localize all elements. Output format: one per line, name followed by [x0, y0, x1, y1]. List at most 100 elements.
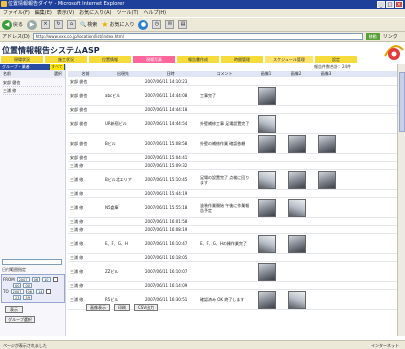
- window-title: 位置情報報告ダイヤ - Microsoft Internet Explorer: [8, 1, 125, 7]
- address-input[interactable]: http://www.xxx.co.jp/location/list/index…: [32, 33, 363, 40]
- site-photo-thumbnail[interactable]: [288, 234, 306, 253]
- menu-help[interactable]: ヘルプ(H): [143, 9, 166, 17]
- table-row[interactable]: 三浦 修 2007/06/11 15:44:19: [68, 190, 405, 198]
- from-year-select[interactable]: 2007: [16, 277, 30, 282]
- search-button[interactable]: 🔍 検索: [80, 21, 97, 29]
- home-icon[interactable]: ⌂: [67, 20, 77, 29]
- site-photo-thumbnail[interactable]: [318, 170, 336, 189]
- cell-report: 足場の設置完了 点検に回ります: [200, 174, 250, 185]
- cell-name: 三浦 修: [70, 254, 84, 260]
- table-row[interactable]: 三浦 修 N5倉庫 2007/06/11 15:55:18 塗装作業開始 午後に作業報…: [68, 198, 405, 218]
- table-row[interactable]: 安部 俊也 Bビル 2007/06/11 15:08:58 外壁の補修作業 確認依頼: [68, 134, 405, 154]
- close-button[interactable]: ×: [395, 1, 403, 8]
- to-year-select[interactable]: 2007: [10, 289, 24, 294]
- tab-report[interactable]: 報告書作成: [177, 56, 219, 63]
- from-time-row: 00 00: [3, 283, 63, 288]
- vertical-scrollbar[interactable]: [397, 64, 405, 336]
- history-icon[interactable]: ◷: [152, 20, 162, 29]
- from-day-select[interactable]: 10: [42, 277, 51, 282]
- date-range-label: 日付範囲指定: [2, 267, 26, 272]
- site-photo-thumbnail[interactable]: [258, 86, 276, 105]
- tab-time[interactable]: 時間管理: [221, 56, 263, 63]
- site-photo-thumbnail[interactable]: [288, 198, 306, 217]
- links-label[interactable]: リンク: [383, 33, 398, 40]
- tab-location[interactable]: 位置情報: [89, 56, 131, 63]
- table-row[interactable]: 安部 俊也 2007/06/11 14:44:18: [68, 106, 405, 114]
- site-photo-thumbnail[interactable]: [288, 170, 306, 189]
- menu-view[interactable]: 表示(V): [57, 9, 74, 17]
- show-button[interactable]: 表示: [5, 306, 23, 313]
- to-month-select[interactable]: 06: [25, 289, 34, 294]
- sidebar-user-item[interactable]: 安部 健也: [3, 79, 62, 87]
- cell-date: 2007/06/11 14:44:08: [145, 93, 188, 98]
- cell-date: 2007/06/11 16:08:19: [145, 227, 188, 232]
- mail-icon[interactable]: ✉: [165, 20, 175, 29]
- table-row[interactable]: 安部 俊也 2007/06/11 15:04:41: [68, 154, 405, 162]
- select-all-button[interactable]: すべて: [50, 64, 64, 70]
- table-row[interactable]: 三浦 修 Bビル北エリア 2007/06/11 15:10:45 足場の設置完了 点検…: [68, 170, 405, 190]
- tab-settings[interactable]: 設定: [315, 56, 357, 63]
- to-day-select[interactable]: 14: [35, 289, 45, 294]
- table-row[interactable]: 安部 俊也 abcビル 2007/06/11 14:44:08 工事完了: [68, 86, 405, 106]
- site-photo-thumbnail[interactable]: [258, 234, 276, 253]
- cell-place: ZZビル: [105, 268, 119, 274]
- from-min-select[interactable]: 00: [23, 283, 32, 288]
- site-photo-thumbnail[interactable]: [258, 262, 276, 281]
- maximize-button[interactable]: □: [386, 1, 394, 8]
- table-row[interactable]: 三浦 修 E、F、G、H 2007/06/11 16:10:47 E、F、G、Hの棟作…: [68, 234, 405, 254]
- menu-edit[interactable]: 編集(E): [35, 9, 52, 17]
- table-row[interactable]: 三浦 修 2007/06/11 16:08:19: [68, 226, 405, 234]
- site-photo-thumbnail[interactable]: [258, 134, 276, 153]
- keyword-input[interactable]: [2, 259, 62, 265]
- sidebar-user-item[interactable]: 三浦 修: [3, 87, 62, 95]
- calendar-icon[interactable]: [52, 277, 58, 282]
- menu-file[interactable]: ファイル(F): [3, 9, 30, 17]
- csv-export-button[interactable]: CSV出力: [134, 304, 159, 311]
- tab-schedule[interactable]: スケジュール管理: [265, 56, 313, 63]
- site-photo-thumbnail[interactable]: [258, 290, 276, 309]
- table-row[interactable]: 三浦 修 2007/06/11 16:01:58: [68, 218, 405, 226]
- stop-icon[interactable]: ×: [41, 20, 51, 29]
- from-hour-select[interactable]: 00: [13, 283, 22, 288]
- to-min-select[interactable]: 59: [23, 295, 32, 300]
- site-photo-thumbnail[interactable]: [258, 114, 276, 133]
- image-view-button[interactable]: 画像表示: [86, 304, 110, 311]
- minimize-button[interactable]: _: [377, 1, 385, 8]
- site-photo-thumbnail[interactable]: [288, 134, 306, 153]
- group-select-button[interactable]: グループ選択: [5, 316, 35, 323]
- favorites-button[interactable]: ★ お気に入り: [101, 20, 134, 30]
- media-icon[interactable]: ●: [138, 19, 149, 30]
- site-photo-thumbnail[interactable]: [258, 198, 276, 217]
- table-row[interactable]: 安部 俊也 UR新宿ビル 2007/06/11 14:44:54 外壁補修工事 足場設…: [68, 114, 405, 134]
- to-hour-select[interactable]: 23: [13, 295, 22, 300]
- menu-tools[interactable]: ツール(T): [117, 9, 139, 17]
- calendar-icon[interactable]: [46, 289, 52, 294]
- tab-site-photos[interactable]: 現場写真: [133, 56, 175, 63]
- refresh-icon[interactable]: ↻: [54, 20, 64, 29]
- go-button[interactable]: 移動: [365, 33, 380, 40]
- forward-button[interactable]: ▶: [27, 19, 38, 30]
- tab-site-status[interactable]: 現場状況: [1, 56, 43, 63]
- col-place: 出現先: [117, 71, 129, 76]
- tab-work-status[interactable]: 施工状況: [45, 56, 87, 63]
- menu-favorites[interactable]: お気に入り(A): [79, 9, 111, 17]
- table-row[interactable]: 安部 俊也 2007/06/11 14:10:23: [68, 78, 405, 86]
- cell-name: 安部 俊也: [70, 78, 88, 84]
- site-photo-thumbnail[interactable]: [258, 170, 276, 189]
- table-header: 名前 出現先 日時 コメント 画像1 画像2 画像3: [68, 71, 405, 77]
- site-photo-thumbnail[interactable]: [318, 134, 336, 153]
- table-row[interactable]: 三浦 修 2007/06/11 15:09:32: [68, 162, 405, 170]
- print-button[interactable]: 印刷: [114, 304, 130, 311]
- print-icon[interactable]: ▤: [178, 20, 188, 29]
- table-body: 安部 俊也 2007/06/11 14:10:23 安部 俊也 abcビル 2007/0…: [68, 78, 405, 310]
- back-button[interactable]: ◀ 戻る: [2, 19, 23, 30]
- sidebar-columns: 名前 選択: [0, 70, 65, 78]
- table-row[interactable]: 三浦 修 2007/06/11 16:18:05: [68, 254, 405, 262]
- site-photo-thumbnail[interactable]: [288, 290, 306, 309]
- col-date: 日時: [166, 71, 175, 76]
- cell-name: 三浦 修: [70, 296, 84, 302]
- table-row[interactable]: 三浦 修 2007/06/11 16:14:09: [68, 282, 405, 290]
- table-row[interactable]: 三浦 修 ZZビル 2007/06/11 16:10:07: [68, 262, 405, 282]
- from-month-select[interactable]: 06: [31, 277, 41, 282]
- scrollbar-thumb[interactable]: [399, 72, 405, 132]
